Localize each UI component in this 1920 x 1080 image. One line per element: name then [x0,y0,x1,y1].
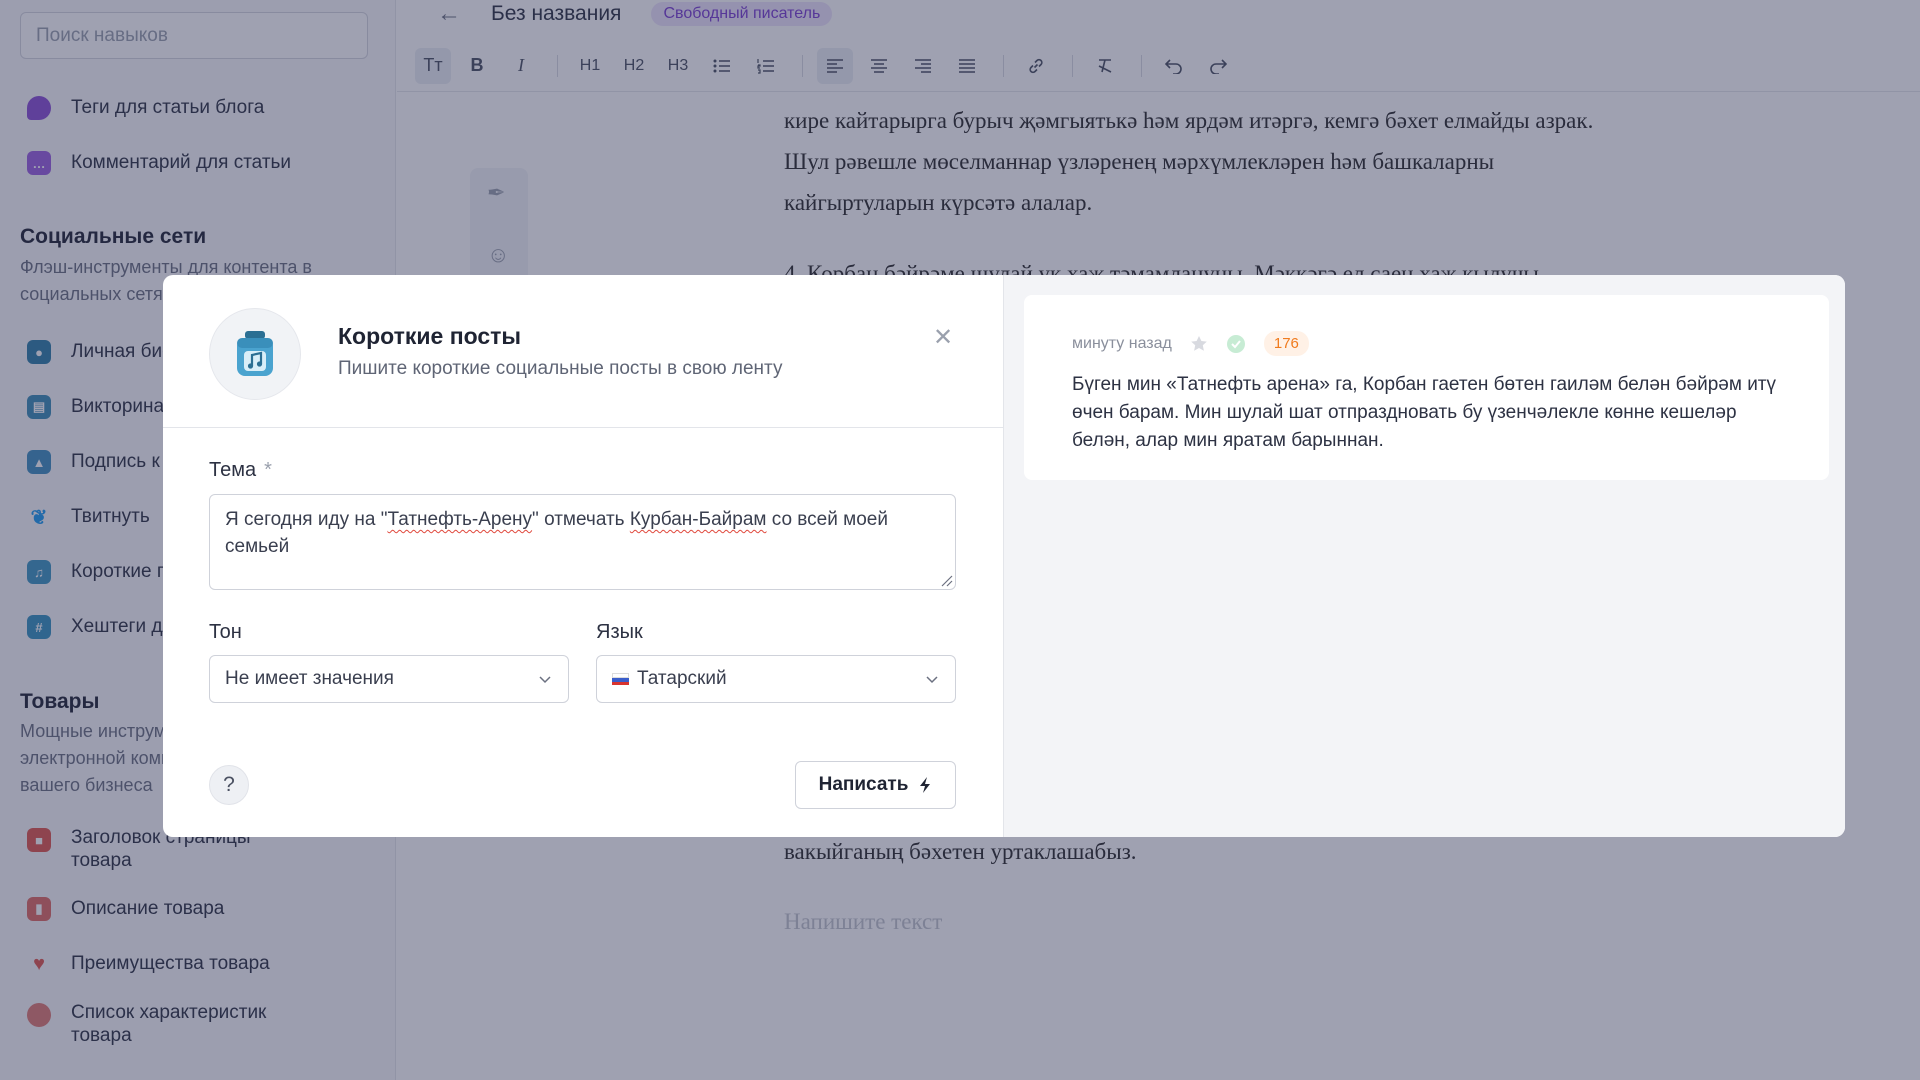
spellcheck-word: Курбан-Байрам [629,509,767,530]
result-time: минуту назад [1072,334,1172,352]
topic-label: Тема * [209,459,272,482]
resize-handle-icon[interactable] [939,573,953,587]
write-button[interactable]: Написать [795,761,956,809]
help-button[interactable]: ? [209,765,249,805]
topic-text: " отмечать [532,509,630,530]
lightning-icon [920,777,931,793]
tone-label: Тон [209,621,242,643]
topic-text: Я сегодня иду на " [225,509,388,530]
language-value: Татарский [637,668,727,689]
topic-label-text: Тема [209,459,257,481]
chevron-down-icon [539,676,551,684]
result-card[interactable]: минуту назад 176 Бүген мин «Татнефть аре… [1024,295,1829,480]
tone-select[interactable]: Не имеет значения [209,655,569,703]
language-select[interactable]: Татарский [596,655,956,703]
required-mark: * [264,459,272,481]
language-label: Язык [596,621,643,643]
topic-textarea[interactable]: Я сегодня иду на "Татнефть-Арену" отмеча… [209,494,956,590]
short-posts-modal: Короткие посты Пишите короткие социальны… [163,275,1845,837]
result-text[interactable]: Бүген мин «Татнефть арена» га, Корбан га… [1072,371,1792,455]
modal-form-panel: Короткие посты Пишите короткие социальны… [163,275,1003,837]
spellcheck-word: Татнефть-Арену [387,509,533,530]
modal-result-panel: минуту назад 176 Бүген мин «Татнефть аре… [1003,275,1845,837]
write-button-label: Написать [818,774,909,795]
music-bag-icon [209,308,301,400]
star-icon[interactable] [1190,335,1208,353]
result-meta: минуту назад 176 [1072,331,1309,356]
check-circle-icon[interactable] [1226,334,1246,354]
chevron-down-icon [926,676,938,684]
russia-flag-icon [612,673,629,685]
tone-value: Не имеет значения [225,668,394,689]
modal-title: Короткие посты [338,323,522,349]
close-icon[interactable]: ✕ [933,323,953,352]
character-count-badge: 176 [1263,331,1309,356]
modal-divider [163,427,1003,428]
modal-subtitle: Пишите короткие социальные посты в свою … [338,358,783,379]
